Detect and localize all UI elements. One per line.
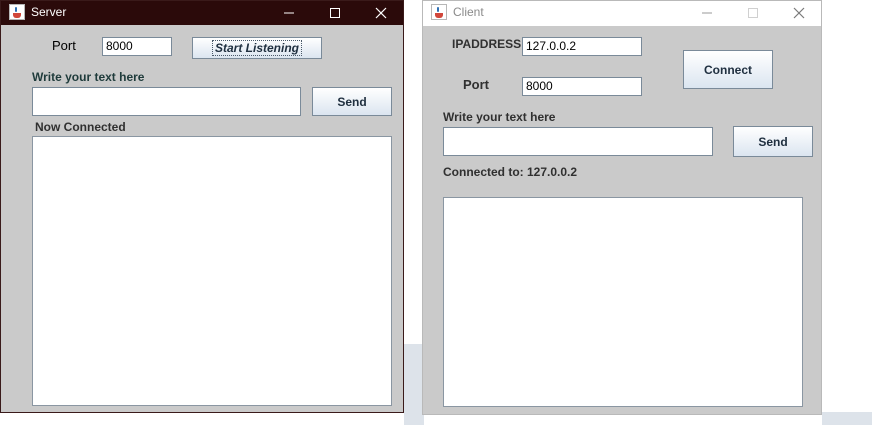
- close-icon: [375, 7, 387, 19]
- server-titlebar[interactable]: Server: [1, 1, 403, 25]
- client-titlebar[interactable]: Client: [423, 1, 821, 26]
- port-field[interactable]: 8000: [102, 37, 172, 56]
- message-input[interactable]: [32, 87, 301, 116]
- minimize-button[interactable]: [684, 1, 730, 25]
- write-text-label: Write your text here: [443, 110, 556, 124]
- ipaddress-field[interactable]: 127.0.0.2: [522, 37, 642, 56]
- close-button[interactable]: [358, 1, 404, 25]
- maximize-button[interactable]: [312, 1, 358, 25]
- desktop-backdrop-right: [822, 412, 872, 425]
- desktop-backdrop: [404, 344, 424, 425]
- minimize-icon: [284, 12, 294, 14]
- minimize-icon: [702, 12, 712, 14]
- message-log-area[interactable]: [443, 197, 803, 407]
- close-button[interactable]: [776, 1, 822, 25]
- send-button[interactable]: Send: [312, 87, 392, 116]
- java-icon: [431, 4, 447, 20]
- message-log-area[interactable]: [32, 136, 392, 406]
- server-window-title: Server: [31, 5, 67, 19]
- minimize-button[interactable]: [266, 1, 312, 25]
- port-label: Port: [463, 77, 489, 92]
- connection-status: Now Connected: [35, 120, 126, 134]
- maximize-icon: [748, 8, 758, 18]
- connection-status: Connected to: 127.0.0.2: [443, 165, 578, 179]
- connect-button[interactable]: Connect: [683, 50, 773, 89]
- java-icon: [9, 4, 25, 20]
- client-window: Client IPADDRESS 127.0.0.2 Connect Port …: [422, 0, 822, 415]
- maximize-button[interactable]: [730, 1, 776, 25]
- start-listening-label: Start Listening: [211, 40, 302, 56]
- write-text-label: Write your text here: [32, 70, 145, 84]
- send-button[interactable]: Send: [733, 126, 813, 157]
- server-window: Server Port 8000 Start Listening Write y…: [0, 0, 404, 413]
- connect-label: Connect: [704, 62, 752, 77]
- close-icon: [793, 7, 805, 19]
- start-listening-button[interactable]: Start Listening: [192, 37, 322, 59]
- server-content: Port 8000 Start Listening Write your tex…: [1, 25, 403, 412]
- client-window-title: Client: [453, 5, 484, 19]
- send-label: Send: [758, 134, 788, 149]
- send-label: Send: [337, 94, 367, 109]
- maximize-icon: [330, 8, 340, 18]
- ipaddress-label: IPADDRESS: [452, 37, 522, 51]
- port-label: Port: [52, 38, 76, 53]
- message-input[interactable]: [443, 127, 713, 156]
- client-content: IPADDRESS 127.0.0.2 Connect Port 8000 Wr…: [423, 26, 821, 414]
- port-field[interactable]: 8000: [522, 77, 642, 96]
